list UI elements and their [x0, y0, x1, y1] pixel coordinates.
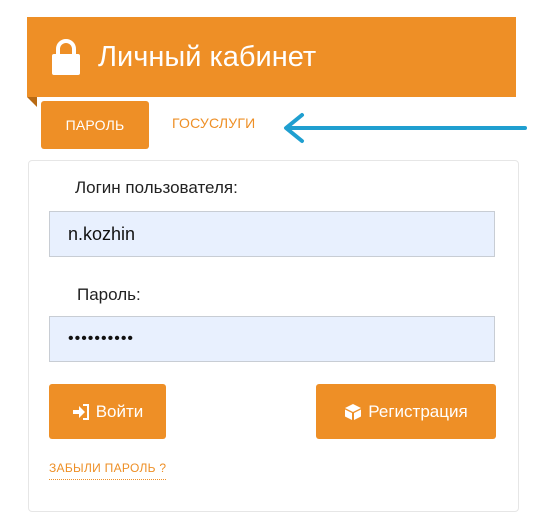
tab-password[interactable]: ПАРОЛЬ [41, 101, 149, 149]
header-fold [27, 97, 37, 107]
tab-gosuslugi[interactable]: ГОСУСЛУГИ [172, 115, 255, 131]
forgot-password-link[interactable]: ЗАБЫЛИ ПАРОЛЬ ? [49, 461, 167, 480]
login-button[interactable]: Войти [49, 384, 166, 439]
page-title: Личный кабинет [98, 41, 317, 73]
cube-icon [345, 403, 362, 420]
lock-icon [52, 39, 80, 75]
password-input[interactable]: •••••••••• [49, 316, 495, 362]
login-input[interactable]: n.kozhin [49, 211, 495, 257]
pointer-arrow-icon [284, 113, 527, 143]
register-button[interactable]: Регистрация [316, 384, 496, 439]
page-header: Личный кабинет [27, 17, 516, 97]
login-button-label: Войти [95, 401, 144, 421]
register-button-label: Регистрация [368, 401, 468, 421]
login-label: Логин пользователя: [75, 178, 238, 197]
password-label: Пароль: [77, 285, 141, 304]
sign-in-icon [72, 403, 89, 420]
